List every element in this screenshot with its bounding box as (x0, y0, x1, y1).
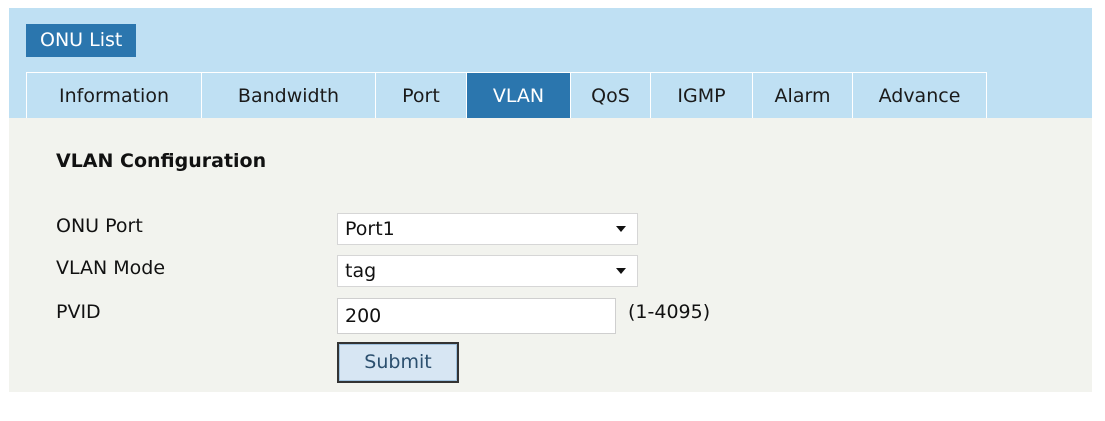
onu-port-label: ONU Port (56, 215, 143, 237)
vlan-configuration-panel: VLAN Configuration ONU Port Port1 VLAN M… (9, 118, 1092, 392)
tab-igmp[interactable]: IGMP (650, 72, 752, 118)
tab-bar: Information Bandwidth Port VLAN QoS IGMP… (26, 72, 987, 118)
header-band: ONU List Information Bandwidth Port VLAN… (9, 8, 1092, 118)
tab-port[interactable]: Port (375, 72, 466, 118)
tab-bandwidth[interactable]: Bandwidth (201, 72, 375, 118)
tab-vlan[interactable]: VLAN (466, 72, 570, 118)
pvid-range-hint: (1-4095) (628, 301, 711, 323)
vlan-mode-select[interactable]: tag (337, 255, 638, 287)
tab-alarm[interactable]: Alarm (752, 72, 852, 118)
pvid-label: PVID (56, 301, 101, 323)
onu-list-tab[interactable]: ONU List (26, 24, 137, 57)
pvid-input[interactable]: 200 (337, 298, 616, 334)
submit-button[interactable]: Submit (337, 342, 459, 383)
tab-qos[interactable]: QoS (570, 72, 650, 118)
onu-port-select[interactable]: Port1 (337, 213, 638, 245)
vlan-mode-label: VLAN Mode (56, 257, 166, 279)
tab-advance[interactable]: Advance (852, 72, 987, 118)
onu-config-panel: ONU List Information Bandwidth Port VLAN… (9, 8, 1092, 392)
onu-port-value: Port1 (345, 218, 395, 240)
tab-information[interactable]: Information (26, 72, 201, 118)
vlan-mode-value: tag (345, 260, 377, 282)
section-title: VLAN Configuration (56, 150, 267, 172)
chevron-down-icon (616, 226, 626, 232)
chevron-down-icon (616, 268, 626, 274)
